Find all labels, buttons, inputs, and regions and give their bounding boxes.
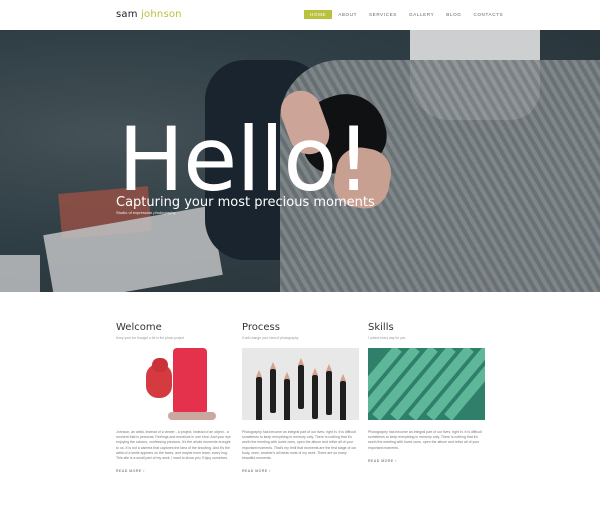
pencil-shape <box>270 369 276 413</box>
pencil-shape <box>298 365 304 409</box>
logo-first-name: sam <box>116 9 138 20</box>
pencil-shape <box>284 379 290 420</box>
site-header: sam johnson HOME ABOUT SERVICES GALLERY … <box>0 0 600 30</box>
pencil-shape <box>340 381 346 420</box>
nav-item-about[interactable]: ABOUT <box>332 10 363 19</box>
read-more-label: READ MORE <box>116 469 142 474</box>
chevron-right-icon: › <box>269 469 271 474</box>
pencil-tip-shape <box>298 358 304 365</box>
column-text: Photography has become an integral part … <box>242 430 357 461</box>
column-process: Process It will change your idea of phot… <box>242 322 359 473</box>
column-title: Process <box>242 322 280 333</box>
column-tagline: I collect every day for you <box>368 336 406 340</box>
pencil-tip-shape <box>326 364 332 371</box>
chevron-right-icon: › <box>395 458 397 463</box>
hero-caption: Studio of expression photography <box>116 210 176 215</box>
site-logo[interactable]: sam johnson <box>116 9 182 20</box>
column-skills: Skills I collect every day for you Photo… <box>368 322 485 463</box>
pencil-tip-shape <box>340 374 346 381</box>
nav-item-home[interactable]: HOME <box>304 10 333 19</box>
read-more-label: READ MORE <box>242 469 268 474</box>
welcome-image[interactable] <box>116 348 233 420</box>
read-more-link[interactable]: READ MORE › <box>242 469 359 473</box>
column-text: Johnson, an artist, instead of a viewer … <box>116 430 231 461</box>
nav-item-services[interactable]: SERVICES <box>363 10 403 19</box>
pencil-tip-shape <box>312 368 318 375</box>
pencil-shape <box>326 371 332 415</box>
nav-item-contacts[interactable]: CONTACTS <box>467 10 509 19</box>
main-nav: HOME ABOUT SERVICES GALLERY BLOG CONTACT… <box>304 10 509 19</box>
column-tagline: Keep your ice thought a bit in the photo… <box>116 336 185 340</box>
pencil-shape <box>256 377 262 420</box>
skills-image[interactable] <box>368 348 485 420</box>
column-title: Welcome <box>116 322 162 333</box>
read-more-link[interactable]: READ MORE › <box>116 469 233 473</box>
hero-banner: Hello! Capturing your most precious mome… <box>0 30 600 292</box>
teddy-bear-head-shape <box>152 358 168 372</box>
nav-item-blog[interactable]: BLOG <box>440 10 467 19</box>
read-more-link[interactable]: READ MORE › <box>368 459 485 463</box>
red-pants-shape <box>173 348 207 414</box>
column-title: Skills <box>368 322 394 333</box>
process-image[interactable] <box>242 348 359 420</box>
nav-item-gallery[interactable]: GALLERY <box>403 10 440 19</box>
pencil-tip-shape <box>256 370 262 377</box>
pencil-tip-shape <box>270 362 276 369</box>
column-welcome: Welcome Keep your ice thought a bit in t… <box>116 322 233 473</box>
chevron-right-icon: › <box>143 469 145 474</box>
hero-subtitle: Capturing your most precious moments <box>116 195 375 210</box>
logo-last-name: johnson <box>141 9 182 20</box>
column-text: Photography has become an integral part … <box>368 430 482 450</box>
read-more-label: READ MORE <box>368 458 394 463</box>
shoes-shape <box>168 412 216 420</box>
pencil-tip-shape <box>284 372 290 379</box>
column-tagline: It will change your idea of photography <box>242 336 299 340</box>
pencil-shape <box>312 375 318 419</box>
